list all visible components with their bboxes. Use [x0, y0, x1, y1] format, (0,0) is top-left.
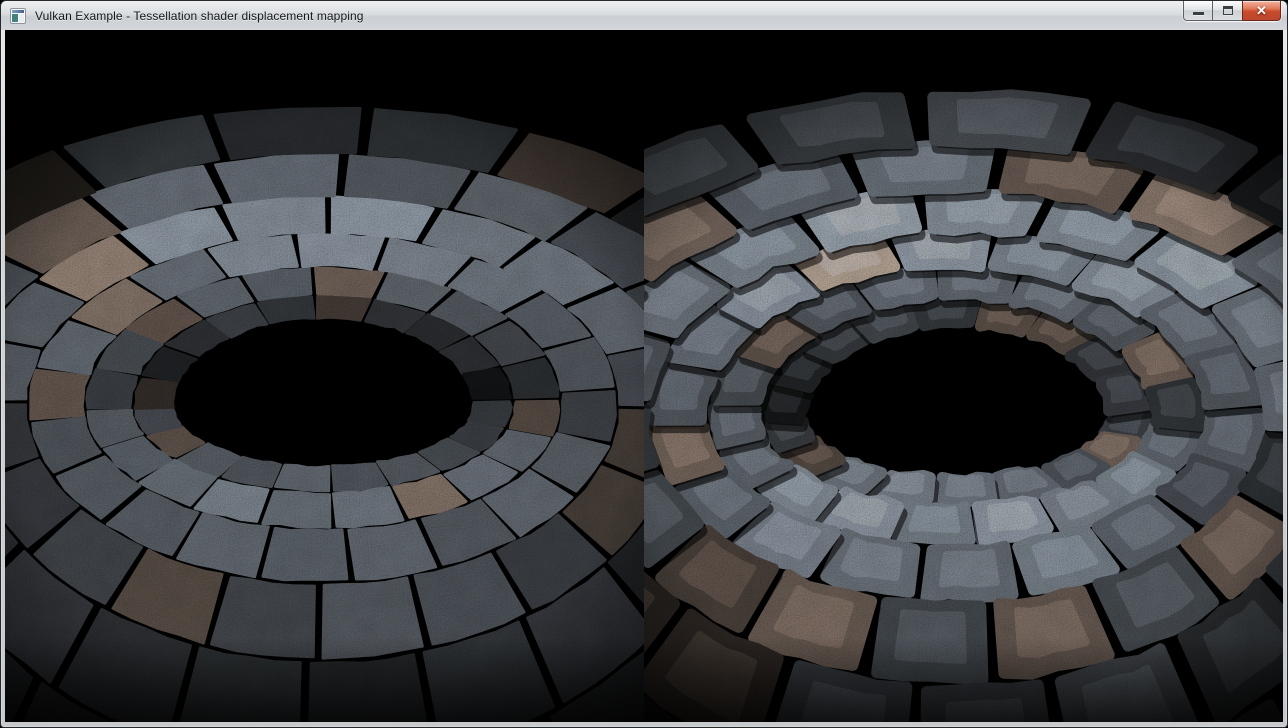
render-area[interactable] [5, 30, 1283, 722]
window-title: Vulkan Example - Tessellation shader dis… [32, 9, 364, 23]
app-icon-titlebar [12, 10, 24, 13]
titlebar[interactable]: Vulkan Example - Tessellation shader dis… [1, 1, 1287, 30]
window-controls: ✕ [1183, 1, 1281, 21]
torus-render [644, 30, 1283, 722]
minimize-icon [1193, 12, 1204, 15]
close-icon: ✕ [1256, 4, 1267, 17]
torus-render [5, 30, 644, 722]
app-window: Vulkan Example - Tessellation shader dis… [0, 0, 1288, 728]
minimize-button[interactable] [1183, 1, 1213, 21]
app-icon[interactable] [10, 8, 26, 24]
maximize-icon [1223, 6, 1233, 15]
app-icon-pane-teal [12, 14, 18, 22]
close-button[interactable]: ✕ [1242, 1, 1281, 21]
maximize-button[interactable] [1213, 1, 1242, 21]
viewport-torus-displacement[interactable] [644, 30, 1283, 722]
viewport-torus-no-displacement[interactable] [5, 30, 644, 722]
app-icon-pane-light [19, 14, 24, 22]
